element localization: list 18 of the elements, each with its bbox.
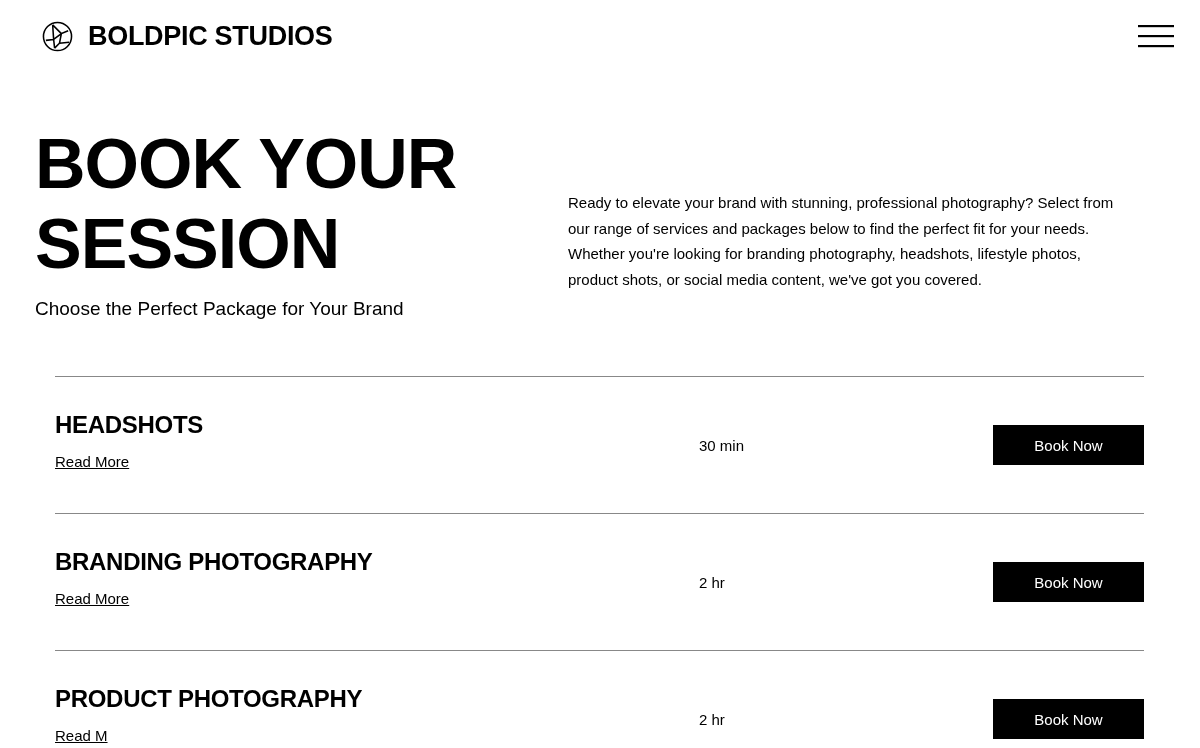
service-title: HEADSHOTS: [55, 411, 204, 439]
service-duration: 2 hr: [699, 710, 726, 728]
service-title: BRANDING PHOTOGRAPHY: [55, 548, 374, 576]
service-title: PRODUCT PHOTOGRAPHY: [55, 685, 364, 713]
book-now-button[interactable]: Book Now: [993, 699, 1144, 739]
page-title: BOOK YOUR SESSION: [35, 124, 458, 284]
book-now-button[interactable]: Book Now: [993, 425, 1144, 465]
read-more-link[interactable]: Read M: [55, 727, 108, 744]
read-more-link[interactable]: Read More: [55, 590, 130, 607]
brand-name: BOLDPIC STUDIOS: [88, 20, 333, 52]
intro-paragraph: Ready to elevate your brand with stunning, professional photography? Select from our range of services and packages below to find the perfect fit for your needs. Whether you're looking for branding photography, headshots, lifestyle photos, product shots, or social media content, we've got you covered.: [568, 193, 1115, 290]
service-duration: 30 min: [699, 436, 746, 454]
book-now-button[interactable]: Book Now: [993, 562, 1144, 602]
page-subtitle: Choose the Perfect Package for Your Brand: [35, 298, 405, 320]
camera-aperture-icon: [42, 20, 73, 52]
service-duration: 2 hr: [699, 573, 726, 591]
menu-button[interactable]: [1138, 23, 1174, 49]
read-more-link[interactable]: Read More: [55, 453, 130, 470]
